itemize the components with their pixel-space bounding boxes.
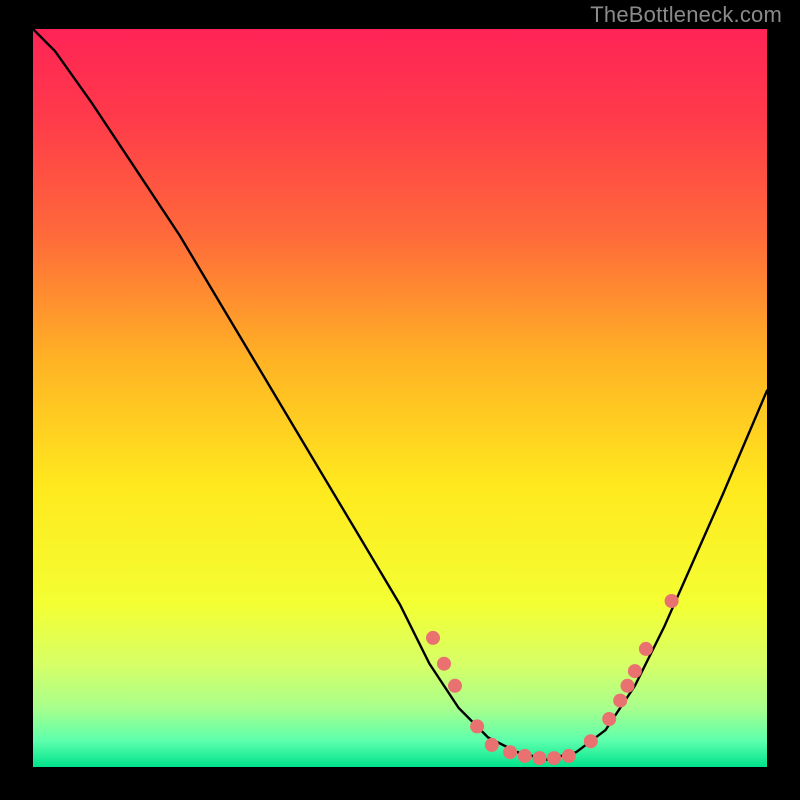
curve-marker xyxy=(533,751,547,765)
curve-marker xyxy=(437,657,451,671)
curve-marker xyxy=(613,694,627,708)
curve-marker xyxy=(518,749,532,763)
curve-marker xyxy=(470,719,484,733)
curve-marker xyxy=(584,734,598,748)
watermark: TheBottleneck.com xyxy=(590,2,782,28)
curve-marker xyxy=(628,664,642,678)
curve-marker xyxy=(485,738,499,752)
curve-marker xyxy=(639,642,653,656)
curve-marker xyxy=(547,751,561,765)
chart-frame: { "watermark": "TheBottleneck.com", "cha… xyxy=(0,0,800,800)
curve-marker xyxy=(448,679,462,693)
curve-marker xyxy=(665,594,679,608)
bottleneck-chart xyxy=(0,0,800,800)
curve-marker xyxy=(426,631,440,645)
plot-background xyxy=(33,29,767,767)
curve-marker xyxy=(621,679,635,693)
curve-marker xyxy=(562,749,576,763)
curve-marker xyxy=(602,712,616,726)
curve-marker xyxy=(503,745,517,759)
